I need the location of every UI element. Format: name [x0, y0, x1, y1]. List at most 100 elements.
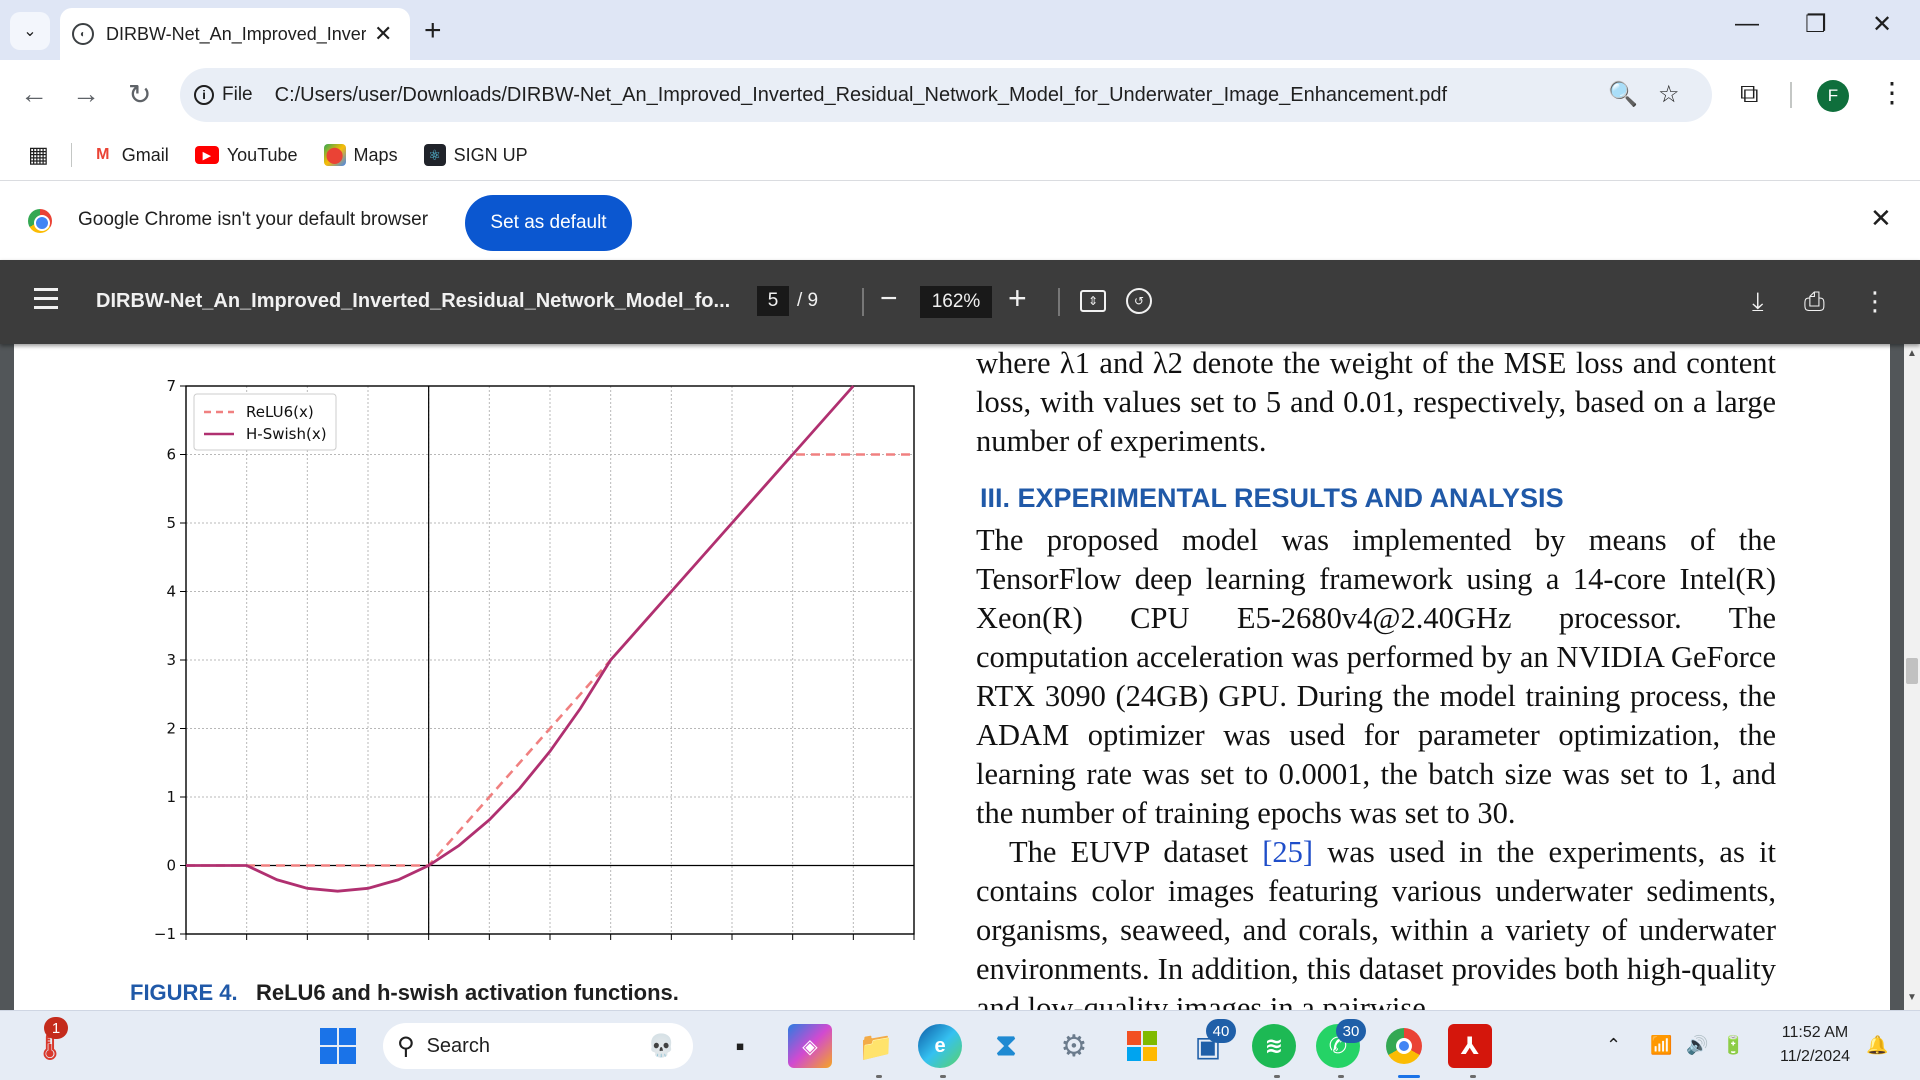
bookmark-star-icon[interactable]: ☆: [1658, 80, 1680, 109]
figure-caption-text: ReLU6 and h-swish activation functions.: [255, 980, 679, 1005]
set-as-default-button[interactable]: Set as default: [465, 195, 632, 251]
menu-kebab-icon[interactable]: ⋮: [1878, 76, 1906, 109]
task-view-icon[interactable]: ▪: [718, 1024, 762, 1068]
profile-avatar[interactable]: F: [1817, 80, 1849, 112]
url-text[interactable]: C:/Users/user/Downloads/DIRBW-Net_An_Imp…: [275, 84, 1447, 107]
teams-badge: 40: [1206, 1019, 1236, 1043]
windows-start-icon[interactable]: [316, 1024, 360, 1068]
bookmark-gmail[interactable]: M Gmail: [92, 144, 169, 166]
bookmark-label: Maps: [353, 144, 398, 165]
paragraph-implementation: The proposed model was implemented by me…: [976, 523, 1776, 830]
paragraph-loss-weights: where λ1 and λ2 denote the weight of the…: [976, 346, 1776, 458]
microsoft-store-icon[interactable]: [1120, 1024, 1164, 1068]
scroll-up-arrow-icon[interactable]: ▲: [1907, 348, 1917, 359]
browser-toolbar: ← → ↻ i File C:/Users/user/Downloads/DIR…: [0, 60, 1920, 130]
battery-icon[interactable]: 🔋: [1722, 1035, 1744, 1056]
vscode-icon[interactable]: ⧗: [984, 1024, 1028, 1068]
chrome-logo-icon: [28, 209, 52, 233]
tab-close-icon[interactable]: ✕: [374, 21, 392, 47]
file-explorer-icon[interactable]: 📁: [854, 1024, 898, 1068]
y-tick-label: 4: [166, 583, 176, 601]
bookmark-maps[interactable]: ⬤ Maps: [323, 144, 398, 166]
y-tick-label: 6: [166, 446, 176, 464]
forward-arrow-icon[interactable]: →: [72, 78, 100, 110]
tray-overflow-icon[interactable]: ⌃: [1606, 1035, 1621, 1056]
chrome-taskbar-icon[interactable]: [1382, 1024, 1426, 1068]
running-indicator: [1274, 1075, 1280, 1078]
settings-gear-icon[interactable]: ⚙: [1052, 1024, 1096, 1068]
info-icon[interactable]: i: [194, 85, 214, 105]
toolbar-divider: [1790, 82, 1792, 108]
sidebar-menu-icon[interactable]: [34, 288, 58, 315]
series-line-1: [186, 385, 855, 893]
print-icon[interactable]: ⎙: [1804, 286, 1825, 318]
reload-icon[interactable]: ↻: [128, 78, 151, 111]
vertical-scrollbar[interactable]: ▲ ▼: [1904, 344, 1920, 1010]
pdf-title: DIRBW-Net_An_Improved_Inverted_Residual_…: [96, 290, 731, 312]
gmail-icon: M: [96, 146, 110, 163]
apps-grid-icon[interactable]: ▦: [28, 142, 49, 168]
section-heading: III. EXPERIMENTAL RESULTS AND ANALYSIS: [980, 483, 1564, 513]
wifi-icon[interactable]: 📶: [1650, 1035, 1672, 1056]
active-indicator: [1398, 1075, 1420, 1078]
figure-label: FIGURE 4.: [130, 980, 238, 1005]
clock[interactable]: 11:52 AM 11/2/2024: [1770, 1021, 1860, 1069]
bookmark-signup[interactable]: ⚛ SIGN UP: [423, 144, 528, 166]
address-bar[interactable]: i File C:/Users/user/Downloads/DIRBW-Net…: [180, 68, 1712, 122]
restore-button[interactable]: ❐: [1805, 10, 1827, 39]
y-tick-label: 5: [166, 514, 176, 532]
acrobat-icon[interactable]: ⅄: [1448, 1024, 1492, 1068]
zoom-in-button[interactable]: +: [1008, 280, 1027, 317]
zoom-level-input[interactable]: 162%: [920, 286, 992, 318]
notification-bell-icon[interactable]: 🔔: [1866, 1035, 1888, 1056]
volume-icon[interactable]: 🔊: [1686, 1035, 1708, 1056]
taskbar-search[interactable]: ⚲ Search 💀: [383, 1023, 693, 1069]
download-icon[interactable]: ⤓: [1752, 286, 1764, 318]
y-tick-label: 1: [166, 788, 176, 806]
tab-strip: ⌄ ◐ DIRBW-Net_An_Improved_Inver ✕ + — ❐ …: [0, 0, 1920, 60]
bookmark-youtube[interactable]: ▶ YouTube: [194, 145, 298, 166]
globe-icon: ◐: [72, 23, 94, 45]
infobar-message: Google Chrome isn't your default browser: [78, 209, 429, 230]
weather-badge: 1: [44, 1017, 68, 1039]
close-window-button[interactable]: ✕: [1872, 10, 1892, 39]
search-label: Search: [426, 1034, 490, 1057]
zoom-out-button[interactable]: −: [880, 282, 898, 316]
copilot-icon[interactable]: ◈: [788, 1024, 832, 1068]
pdf-more-icon[interactable]: ⋮: [1862, 286, 1888, 317]
react-icon: ⚛: [423, 144, 446, 166]
tab-search-button[interactable]: ⌄: [10, 12, 50, 50]
toolbar-separator: [1058, 288, 1060, 316]
scrollbar-thumb[interactable]: [1906, 658, 1918, 684]
activation-function-chart: −4−3−2−1012345678−101234567ReLU6(x)H-Swi…: [154, 377, 915, 943]
minimize-button[interactable]: —: [1735, 10, 1759, 38]
pdf-toolbar: DIRBW-Net_An_Improved_Inverted_Residual_…: [0, 260, 1920, 344]
back-arrow-icon[interactable]: ←: [20, 78, 48, 110]
pdf-page: −4−3−2−1012345678−101234567ReLU6(x)H-Swi…: [14, 344, 1890, 1010]
clock-date: 11/2/2024: [1780, 1048, 1850, 1065]
running-indicator: [1338, 1075, 1344, 1078]
page-number-input[interactable]: 5: [757, 286, 789, 316]
edge-icon[interactable]: e: [918, 1024, 962, 1068]
spotify-icon[interactable]: ≋: [1252, 1024, 1296, 1068]
search-icon: ⚲: [397, 1032, 415, 1060]
y-tick-label: 0: [166, 857, 176, 875]
fit-to-page-icon[interactable]: ⇕: [1080, 290, 1106, 312]
active-tab[interactable]: ◐ DIRBW-Net_An_Improved_Inver ✕: [60, 8, 410, 60]
running-indicator: [1470, 1075, 1476, 1078]
scroll-down-arrow-icon[interactable]: ▼: [1907, 992, 1917, 1003]
toolbar-separator: [862, 288, 864, 316]
windows-taskbar: 🌡 1 ⚲ Search 💀 ▪ ◈ 📁 e ⧗ ⚙ ▣ 40 ≋ ✆ 30 ⅄…: [0, 1010, 1920, 1080]
new-tab-button[interactable]: +: [424, 14, 442, 48]
pdf-viewport[interactable]: −4−3−2−1012345678−101234567ReLU6(x)H-Swi…: [0, 344, 1904, 1010]
zoom-icon[interactable]: 🔍: [1608, 80, 1638, 109]
page-total: / 9: [797, 290, 819, 311]
paper-text-column: where λ1 and λ2 denote the weight of the…: [976, 344, 1776, 1010]
rotate-icon[interactable]: ↺: [1126, 288, 1152, 314]
citation-link[interactable]: [25]: [1262, 835, 1313, 869]
bookmark-label: Gmail: [121, 144, 169, 165]
extensions-icon[interactable]: ⧉: [1740, 78, 1759, 110]
chevron-down-icon: ⌄: [23, 23, 37, 40]
dataset-text: The EUVP dataset: [1009, 835, 1263, 869]
infobar-close-icon[interactable]: ✕: [1870, 203, 1892, 234]
